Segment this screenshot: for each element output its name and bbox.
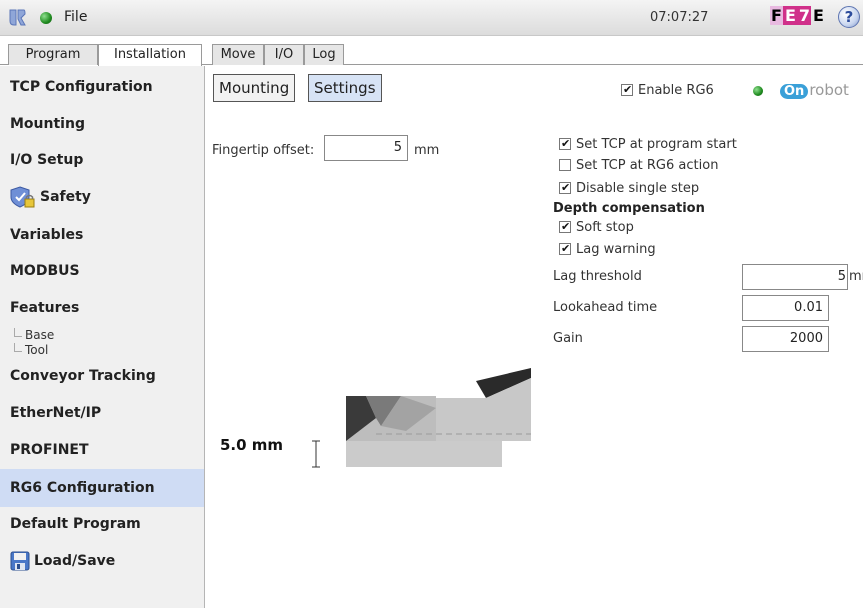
tab-io[interactable]: I/O bbox=[264, 44, 304, 65]
rg6-settings-panel: Mounting Settings Enable RG6 Onrobot Fin… bbox=[206, 66, 863, 608]
checkbox-icon bbox=[559, 136, 571, 152]
subtab-settings[interactable]: Settings bbox=[308, 74, 382, 102]
tab-program[interactable]: Program bbox=[8, 44, 98, 65]
file-menu[interactable]: File bbox=[64, 9, 87, 25]
sidebar-item-tcp-configuration[interactable]: TCP Configuration bbox=[0, 69, 204, 105]
disable-single-step-checkbox[interactable]: Disable single step bbox=[559, 180, 699, 197]
depth-compensation-heading: Depth compensation bbox=[553, 201, 705, 216]
clock: 07:07:27 bbox=[650, 10, 709, 25]
checkbox-icon bbox=[559, 241, 571, 257]
sidebar-item-safety[interactable]: Safety bbox=[0, 179, 204, 215]
lookahead-time-label: Lookahead time bbox=[553, 300, 658, 315]
rg6-status-icon bbox=[753, 86, 763, 96]
help-icon[interactable]: ? bbox=[838, 6, 860, 28]
tab-log[interactable]: Log bbox=[304, 44, 344, 65]
tree-item-tool[interactable]: Tool bbox=[14, 343, 54, 358]
features-tree: Base Tool bbox=[14, 328, 54, 358]
sidebar-item-features[interactable]: Features bbox=[0, 290, 204, 326]
gain-input[interactable]: 2000 bbox=[742, 326, 829, 352]
sidebar-item-variables[interactable]: Variables bbox=[0, 217, 204, 253]
enable-rg6-checkbox[interactable]: Enable RG6 bbox=[621, 82, 714, 99]
checkbox-icon bbox=[559, 219, 571, 235]
sidebar-item-modbus[interactable]: MODBUS bbox=[0, 253, 204, 289]
sidebar-item-conveyor-tracking[interactable]: Conveyor Tracking bbox=[0, 358, 204, 394]
fingertip-offset-illustration bbox=[346, 368, 531, 467]
floppy-disk-icon bbox=[10, 551, 30, 571]
sidebar-item-label: Safety bbox=[40, 189, 91, 205]
installation-sidebar: TCP Configuration Mounting I/O Setup Saf… bbox=[0, 66, 205, 608]
sidebar-item-label: Load/Save bbox=[34, 553, 116, 569]
soft-stop-checkbox[interactable]: Soft stop bbox=[559, 219, 634, 236]
onrobot-logo: On robot bbox=[780, 81, 849, 99]
lookahead-time-input[interactable]: 0.01 bbox=[742, 295, 829, 321]
sidebar-item-rg6-configuration[interactable]: RG6 Configuration bbox=[0, 469, 204, 507]
tab-installation[interactable]: Installation bbox=[98, 44, 202, 66]
subtab-mounting[interactable]: Mounting bbox=[213, 74, 296, 102]
lag-threshold-unit: mm bbox=[849, 269, 863, 284]
fingertip-offset-readout: 5.0 mm bbox=[220, 436, 284, 454]
robot-status-icon bbox=[40, 12, 52, 24]
checkbox-icon bbox=[559, 180, 571, 196]
fingertip-offset-label: Fingertip offset: bbox=[212, 143, 315, 158]
set-tcp-rg6-action-checkbox[interactable]: Set TCP at RG6 action bbox=[559, 158, 718, 174]
lag-threshold-label: Lag threshold bbox=[553, 269, 642, 284]
lag-threshold-input[interactable]: 5 bbox=[742, 264, 848, 290]
top-bar: File 07:07:27 FE7E ? bbox=[0, 0, 863, 36]
lag-warning-checkbox[interactable]: Lag warning bbox=[559, 241, 656, 258]
main-tabs: Program Installation Move I/O Log bbox=[0, 44, 863, 66]
fingertip-offset-input[interactable]: 5 bbox=[324, 135, 408, 161]
sidebar-item-ethernet-ip[interactable]: EtherNet/IP bbox=[0, 395, 204, 431]
tree-item-base[interactable]: Base bbox=[14, 328, 54, 343]
sidebar-item-default-program[interactable]: Default Program bbox=[0, 506, 204, 542]
fingertip-offset-unit: mm bbox=[414, 143, 440, 158]
set-tcp-program-start-checkbox[interactable]: Set TCP at program start bbox=[559, 136, 737, 153]
tab-move[interactable]: Move bbox=[212, 44, 264, 65]
sidebar-item-load-save[interactable]: Load/Save bbox=[0, 543, 204, 579]
safety-shield-lock-icon bbox=[10, 186, 35, 208]
gain-label: Gain bbox=[553, 331, 583, 346]
hex-code-badge: FE7E bbox=[770, 6, 824, 25]
ur-logo-icon bbox=[9, 9, 26, 26]
sidebar-item-mounting[interactable]: Mounting bbox=[0, 106, 204, 142]
sidebar-item-profinet[interactable]: PROFINET bbox=[0, 432, 204, 468]
checkbox-icon bbox=[621, 82, 633, 98]
checkbox-icon bbox=[559, 158, 571, 171]
dimension-marker-icon bbox=[312, 440, 320, 468]
sidebar-item-io-setup[interactable]: I/O Setup bbox=[0, 142, 204, 178]
